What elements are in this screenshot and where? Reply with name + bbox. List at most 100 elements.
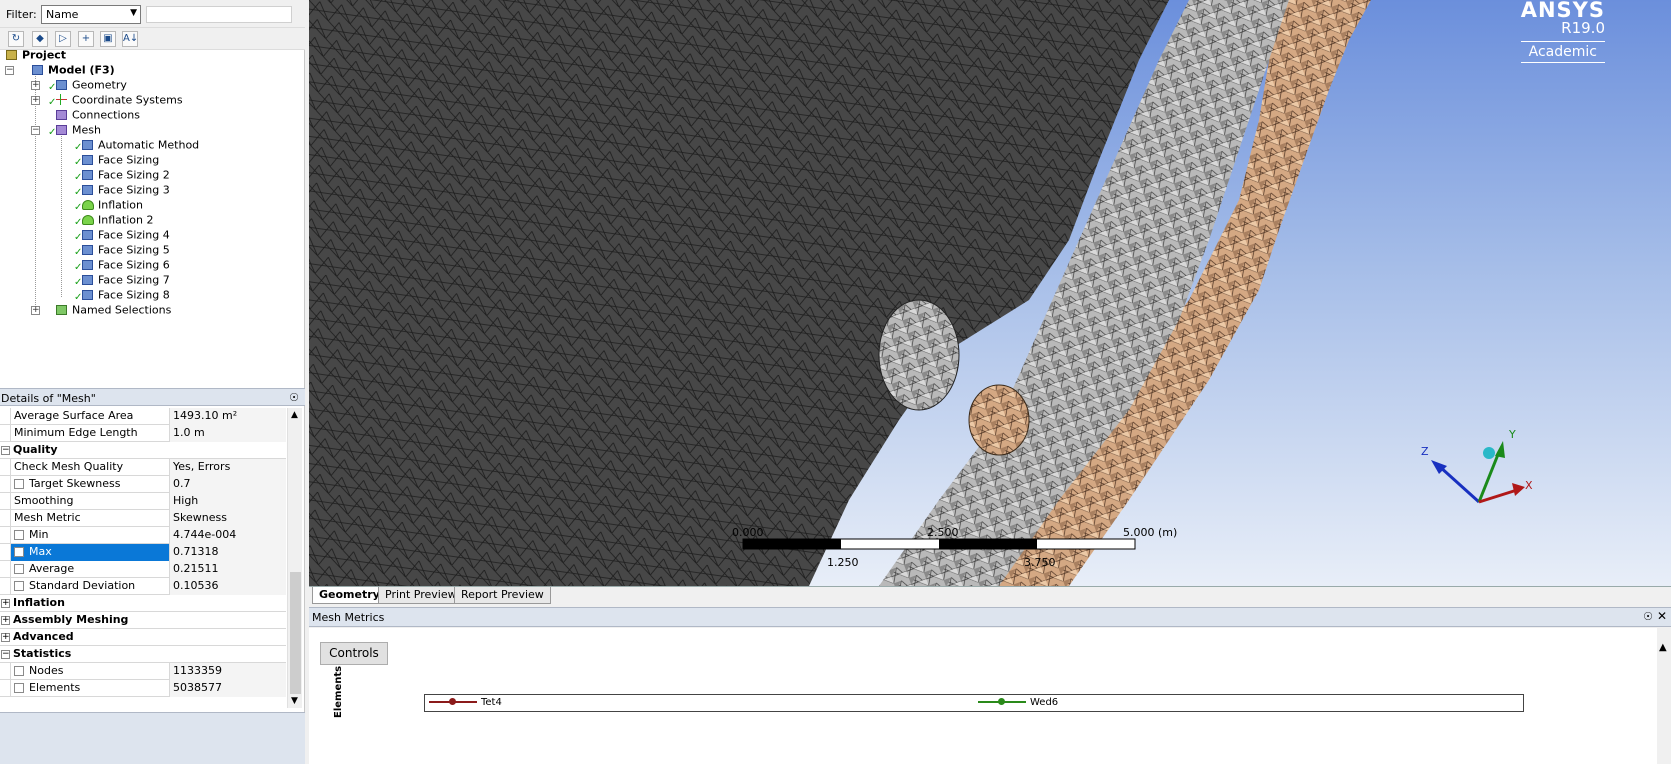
parameter-checkbox[interactable] [14, 479, 24, 489]
ansys-logo: ANSYS R19.0 Academic [1520, 0, 1605, 63]
tree-item-face-sizing-4[interactable]: ✓ Face Sizing 4 [74, 227, 170, 244]
tree-item-face-sizing-8[interactable]: ✓ Face Sizing 8 [74, 287, 170, 304]
mesh-model[interactable] [309, 0, 1671, 586]
parameter-checkbox[interactable] [14, 666, 24, 676]
scale-label-0: 0.000 [732, 526, 764, 539]
parameter-checkbox[interactable] [14, 530, 24, 540]
details-row-check-mesh-quality[interactable]: Check Mesh Quality Yes, Errors [0, 459, 286, 476]
tree-item-named-selections[interactable]: Named Selections [54, 302, 171, 317]
details-row-smoothing[interactable]: Smoothing High [0, 493, 286, 510]
refresh-icon[interactable]: ↻ [8, 31, 24, 47]
details-property-value[interactable]: 0.7 [170, 476, 286, 493]
parameter-checkbox[interactable] [14, 683, 24, 693]
details-grid: Average Surface Area 1493.10 m² Minimum Ed… [0, 408, 287, 708]
details-property-value[interactable]: 1493.10 m² [170, 408, 286, 425]
details-property-name: Target Skewness [10, 476, 170, 493]
expand-icon[interactable]: + [1, 616, 10, 625]
tree-item-connections[interactable]: Connections [54, 107, 140, 122]
details-row-standard-deviation[interactable]: Standard Deviation 0.10536 [0, 578, 286, 595]
collapse-mesh-icon[interactable]: − [31, 126, 40, 135]
tab-geometry[interactable]: Geometry [312, 587, 387, 604]
details-row-mesh-metric[interactable]: Mesh Metric Skewness [0, 510, 286, 527]
details-group-assembly-meshing[interactable]: + Assembly Meshing [0, 612, 286, 629]
folder-icon[interactable]: ▣ [100, 31, 116, 47]
tree-item-mesh[interactable]: ✓ Mesh [48, 122, 101, 139]
details-group-inflation[interactable]: + Inflation [0, 595, 286, 612]
details-row-target-skewness[interactable]: Target Skewness 0.7 [0, 476, 286, 493]
filter-dropdown[interactable]: Name ▼ [41, 5, 141, 24]
collapse-icon[interactable]: − [1, 650, 10, 659]
expand-all-icon[interactable]: + [78, 31, 94, 47]
details-row-average[interactable]: Average 0.21511 [0, 561, 286, 578]
expand-coordinate-systems-icon[interactable]: + [31, 96, 40, 105]
scroll-up-icon[interactable]: ▲ [1659, 642, 1667, 653]
scroll-down-icon[interactable]: ▼ [291, 696, 298, 706]
details-property-value[interactable]: 1133359 [170, 663, 286, 680]
details-group-advanced[interactable]: + Advanced [0, 629, 286, 646]
details-property-value[interactable]: 1.0 m [170, 425, 286, 442]
details-property-value[interactable]: Skewness [170, 510, 286, 527]
tree-item-project[interactable]: Project [4, 47, 66, 62]
details-row-max[interactable]: Max 0.71318 [0, 544, 286, 561]
details-group-statistics[interactable]: − Statistics [0, 646, 286, 663]
graphics-viewport[interactable]: ANSYS R19.0 Academic 0.000 2.500 5.000 (… [309, 0, 1671, 586]
details-property-name: Min [10, 527, 170, 544]
project-icon [4, 49, 18, 61]
scroll-up-icon[interactable]: ▲ [291, 410, 298, 420]
tree-item-face-sizing-5[interactable]: ✓ Face Sizing 5 [74, 242, 170, 259]
tab-print-preview[interactable]: Print Preview [378, 587, 464, 604]
details-row-nodes[interactable]: Nodes 1133359 [0, 663, 286, 680]
pin-icon[interactable]: ☉ [289, 391, 299, 404]
expand-geometry-icon[interactable]: + [31, 81, 40, 90]
scroll-thumb[interactable] [290, 572, 301, 694]
metrics-scrollbar[interactable]: ▲ [1657, 628, 1671, 764]
tree-item-face-sizing-3[interactable]: ✓ Face Sizing 3 [74, 182, 170, 199]
chevron-down-icon: ▼ [130, 8, 137, 18]
scale-label-3750: 3.750 [1024, 556, 1056, 569]
pin-icon[interactable]: ☉ [1643, 610, 1653, 623]
collapse-icon[interactable]: − [1, 446, 10, 455]
filter-search-input[interactable] [146, 6, 292, 23]
sort-icon[interactable]: A↓ [122, 31, 138, 47]
collapse-model-icon[interactable]: − [5, 66, 14, 75]
controls-button[interactable]: Controls [320, 642, 388, 665]
tree-nav-icon[interactable]: ▷ [55, 31, 71, 47]
details-row-min[interactable]: Min 4.744e-004 [0, 527, 286, 544]
tree-item-coordinate-systems[interactable]: ✓ Coordinate Systems [48, 92, 183, 109]
details-property-value[interactable]: 0.21511 [170, 561, 286, 578]
parameter-checkbox[interactable] [14, 581, 24, 591]
tree-item-model[interactable]: Model (F3) [30, 62, 115, 77]
parameter-checkbox[interactable] [14, 547, 24, 557]
tree-item-face-sizing-6[interactable]: ✓ Face Sizing 6 [74, 257, 170, 274]
details-property-value[interactable]: High [170, 493, 286, 510]
tree-item-face-sizing-7[interactable]: ✓ Face Sizing 7 [74, 272, 170, 289]
tree-item-face-sizing-2[interactable]: ✓ Face Sizing 2 [74, 167, 170, 184]
details-property-value[interactable]: 0.10536 [170, 578, 286, 595]
tree-item-inflation-2[interactable]: ✓ Inflation 2 [74, 212, 153, 229]
expand-icon[interactable]: + [1, 599, 10, 608]
tree-item-inflation[interactable]: ✓ Inflation [74, 197, 143, 214]
parameter-checkbox[interactable] [14, 564, 24, 574]
show-icon[interactable]: ◆ [32, 31, 48, 47]
details-property-value[interactable]: 0.71318 [170, 544, 286, 561]
details-row-elements[interactable]: Elements 5038577 [0, 680, 286, 697]
details-property-value[interactable]: Yes, Errors [170, 459, 286, 476]
details-group-label: Statistics [13, 647, 72, 660]
details-property-value[interactable]: 5038577 [170, 680, 286, 697]
tree-item-geometry[interactable]: ✓ Geometry [48, 77, 127, 94]
details-property-value[interactable]: 4.744e-004 [170, 527, 286, 544]
expand-named-selections-icon[interactable]: + [31, 306, 40, 315]
axis-triad [1431, 441, 1525, 504]
details-scrollbar[interactable]: ▲ ▼ [287, 408, 302, 708]
expand-icon[interactable]: + [1, 633, 10, 642]
details-title: Details of "Mesh" [1, 392, 96, 405]
details-group-quality[interactable]: − Quality [0, 442, 286, 459]
details-row-minimum-edge-length[interactable]: Minimum Edge Length 1.0 m [0, 425, 286, 442]
details-property-name: Mesh Metric [10, 510, 170, 527]
close-icon[interactable]: ✕ [1657, 609, 1667, 623]
tree-item-automatic-method[interactable]: ✓ Automatic Method [74, 137, 199, 154]
tree-item-face-sizing[interactable]: ✓ Face Sizing [74, 152, 159, 169]
outline-panel: Filter: Name ▼ ↻ ◆ ▷ + ▣ A↓ Project − Mo… [0, 0, 305, 764]
details-row-average-surface-area[interactable]: Average Surface Area 1493.10 m² [0, 408, 286, 425]
tab-report-preview[interactable]: Report Preview [454, 587, 551, 604]
